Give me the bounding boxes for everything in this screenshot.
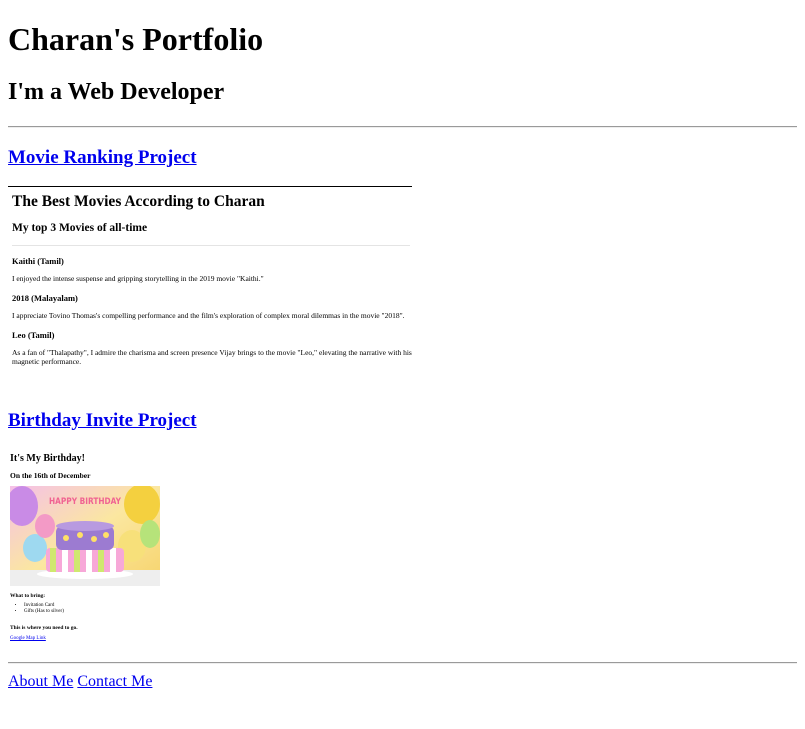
movie-name: Leo (Tamil): [12, 330, 55, 340]
movie-description: As a fan of "Thalapathy", I admire the c…: [12, 348, 412, 366]
cake-topper-text: HAPPY BIRTHDAY: [49, 497, 121, 507]
movie-name: Kaithi (Tamil): [12, 256, 64, 266]
movie-divider: [12, 245, 410, 246]
movie-list: Kaithi (Tamil) I enjoyed the intense sus…: [12, 256, 412, 376]
birthday-date: On the 16th of December: [10, 471, 91, 480]
birthday-invite-project-link[interactable]: Birthday Invite Project: [8, 410, 197, 432]
what-to-bring-heading: What to bring:: [10, 593, 46, 599]
birthday-title: It's My Birthday!: [10, 453, 85, 464]
contact-me-link[interactable]: Contact Me: [77, 673, 152, 690]
page-subtitle: I'm a Web Developer: [8, 79, 225, 105]
movie-item: Kaithi (Tamil) I enjoyed the intense sus…: [12, 256, 412, 283]
movie-description: I appreciate Tovino Thomas's compelling …: [12, 311, 405, 320]
divider-top: [8, 126, 797, 128]
list-item: Gifts (Has to silver): [24, 609, 64, 615]
movie-description: I enjoyed the intense suspense and gripp…: [12, 274, 264, 283]
movie-item: Leo (Tamil) As a fan of "Thalapathy", I …: [12, 330, 412, 366]
birthday-cake-image: HAPPY BIRTHDAY: [10, 486, 160, 586]
movie-page-title: The Best Movies According to Charan: [12, 193, 265, 210]
bring-list: Invitation Card Gifts (Has to silver): [10, 603, 64, 614]
google-map-link[interactable]: Google Map Link: [10, 636, 46, 641]
movie-ranking-project-link[interactable]: Movie Ranking Project: [8, 147, 197, 169]
movie-ranking-embed: The Best Movies According to Charan My t…: [8, 186, 412, 387]
about-me-link[interactable]: About Me: [8, 673, 73, 690]
movie-page-subtitle: My top 3 Movies of all-time: [12, 222, 148, 234]
footer-links: About Me Contact Me: [8, 672, 152, 692]
movie-item: 2018 (Malayalam) I appreciate Tovino Tho…: [12, 293, 412, 320]
page-title: Charan's Portfolio: [8, 21, 264, 57]
where-to-go-heading: This is where you need to go.: [10, 625, 78, 631]
divider-bottom: [8, 662, 797, 664]
movie-name: 2018 (Malayalam): [12, 293, 78, 303]
